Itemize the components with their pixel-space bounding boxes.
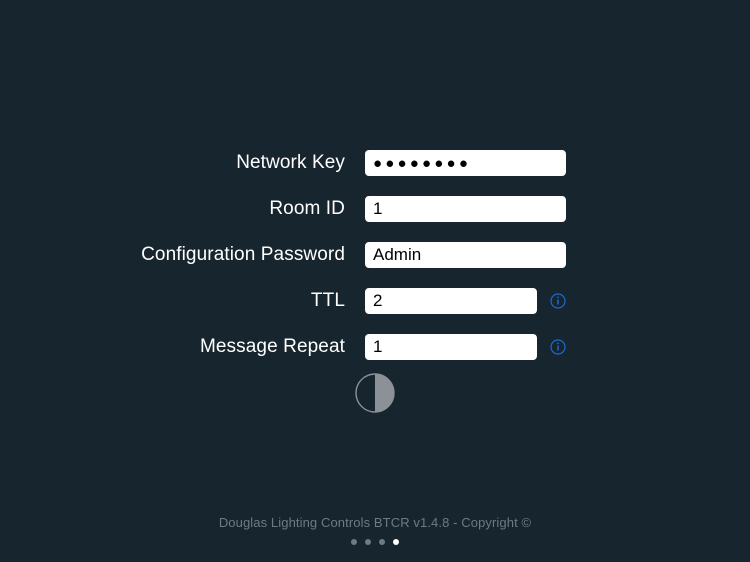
input-message-repeat[interactable]: 1 — [365, 334, 537, 360]
input-network-key[interactable]: ●●●●●●●● — [365, 150, 566, 176]
page-dot-1[interactable] — [351, 539, 357, 545]
info-icon-ttl[interactable] — [550, 293, 566, 309]
form-row-room-id: Room ID 1 — [0, 186, 750, 232]
input-ttl[interactable]: 2 — [365, 288, 537, 314]
settings-form: Network Key ●●●●●●●● Room ID 1 Configura… — [0, 140, 750, 370]
input-message-repeat-value: 1 — [373, 337, 383, 356]
input-ttl-value: 2 — [373, 291, 383, 310]
page-dot-2[interactable] — [365, 539, 371, 545]
input-network-key-value: ●●●●●●●● — [373, 154, 472, 172]
form-row-network-key: Network Key ●●●●●●●● — [0, 140, 750, 186]
input-room-id-value: 1 — [373, 199, 383, 218]
label-message-repeat: Message Repeat — [199, 336, 345, 357]
page-dot-4[interactable] — [393, 539, 399, 545]
page-indicator[interactable] — [0, 539, 750, 545]
input-configuration-password-value: Admin — [373, 245, 422, 264]
label-ttl: TTL — [310, 290, 345, 311]
info-icon-message-repeat[interactable] — [550, 339, 566, 355]
form-row-ttl: TTL 2 — [0, 278, 750, 324]
settings-screen: Network Key ●●●●●●●● Room ID 1 Configura… — [0, 0, 750, 562]
form-row-message-repeat: Message Repeat 1 — [0, 324, 750, 370]
label-room-id: Room ID — [269, 198, 345, 219]
label-network-key: Network Key — [236, 152, 345, 173]
contrast-toggle-button[interactable] — [355, 373, 395, 413]
label-configuration-password: Configuration Password — [141, 244, 345, 265]
half-filled-circle-icon — [355, 373, 395, 413]
footer-copyright: Douglas Lighting Controls BTCR v1.4.8 - … — [218, 515, 532, 530]
form-row-configuration-password: Configuration Password Admin — [0, 232, 750, 278]
input-room-id[interactable]: 1 — [365, 196, 566, 222]
input-configuration-password[interactable]: Admin — [365, 242, 566, 268]
page-dot-3[interactable] — [379, 539, 385, 545]
